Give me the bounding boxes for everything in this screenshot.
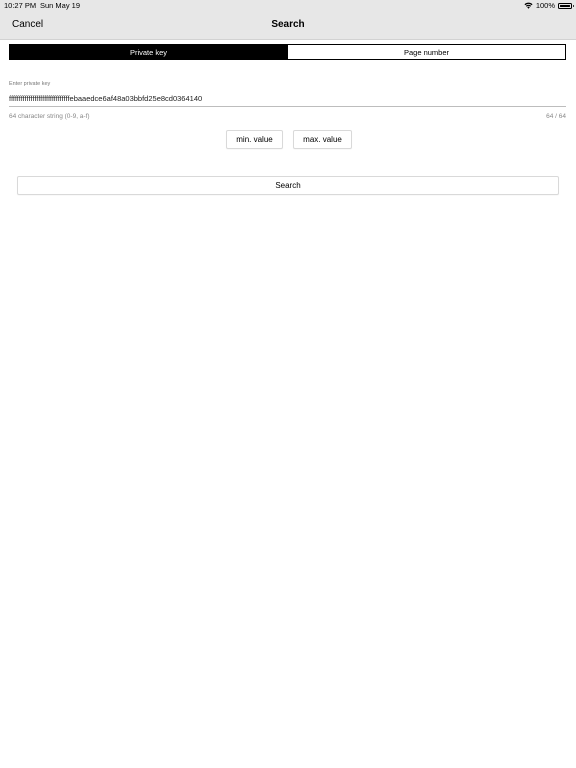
- battery-percent: 100%: [535, 1, 555, 10]
- status-bar: 10:27 PM Sun May 19 100%: [0, 0, 576, 12]
- battery-icon: [558, 2, 574, 9]
- search-mode-segmented-control: Private key Page number: [9, 44, 566, 60]
- search-screen: 10:27 PM Sun May 19 100% Cancel Search P…: [0, 0, 576, 768]
- page-title: Search: [271, 19, 305, 30]
- character-counter: 64 / 64: [546, 113, 566, 120]
- max-value-button[interactable]: max. value: [293, 130, 352, 149]
- top-bar: 10:27 PM Sun May 19 100% Cancel Search: [0, 0, 576, 40]
- min-value-button[interactable]: min. value: [226, 130, 283, 149]
- segment-private-key[interactable]: Private key: [10, 45, 287, 59]
- wifi-icon: [524, 2, 533, 9]
- status-date: Sun May 19: [40, 1, 81, 10]
- private-key-input[interactable]: [9, 90, 566, 107]
- status-right: 100%: [524, 1, 574, 10]
- segment-page-number[interactable]: Page number: [287, 45, 565, 59]
- battery-fill: [560, 4, 570, 7]
- search-button[interactable]: Search: [17, 176, 559, 195]
- private-key-label: Enter private key: [9, 81, 51, 87]
- status-time: 10:27 PM: [4, 1, 37, 10]
- private-key-helper-text: 64 character string (0-9, a-f): [9, 113, 90, 120]
